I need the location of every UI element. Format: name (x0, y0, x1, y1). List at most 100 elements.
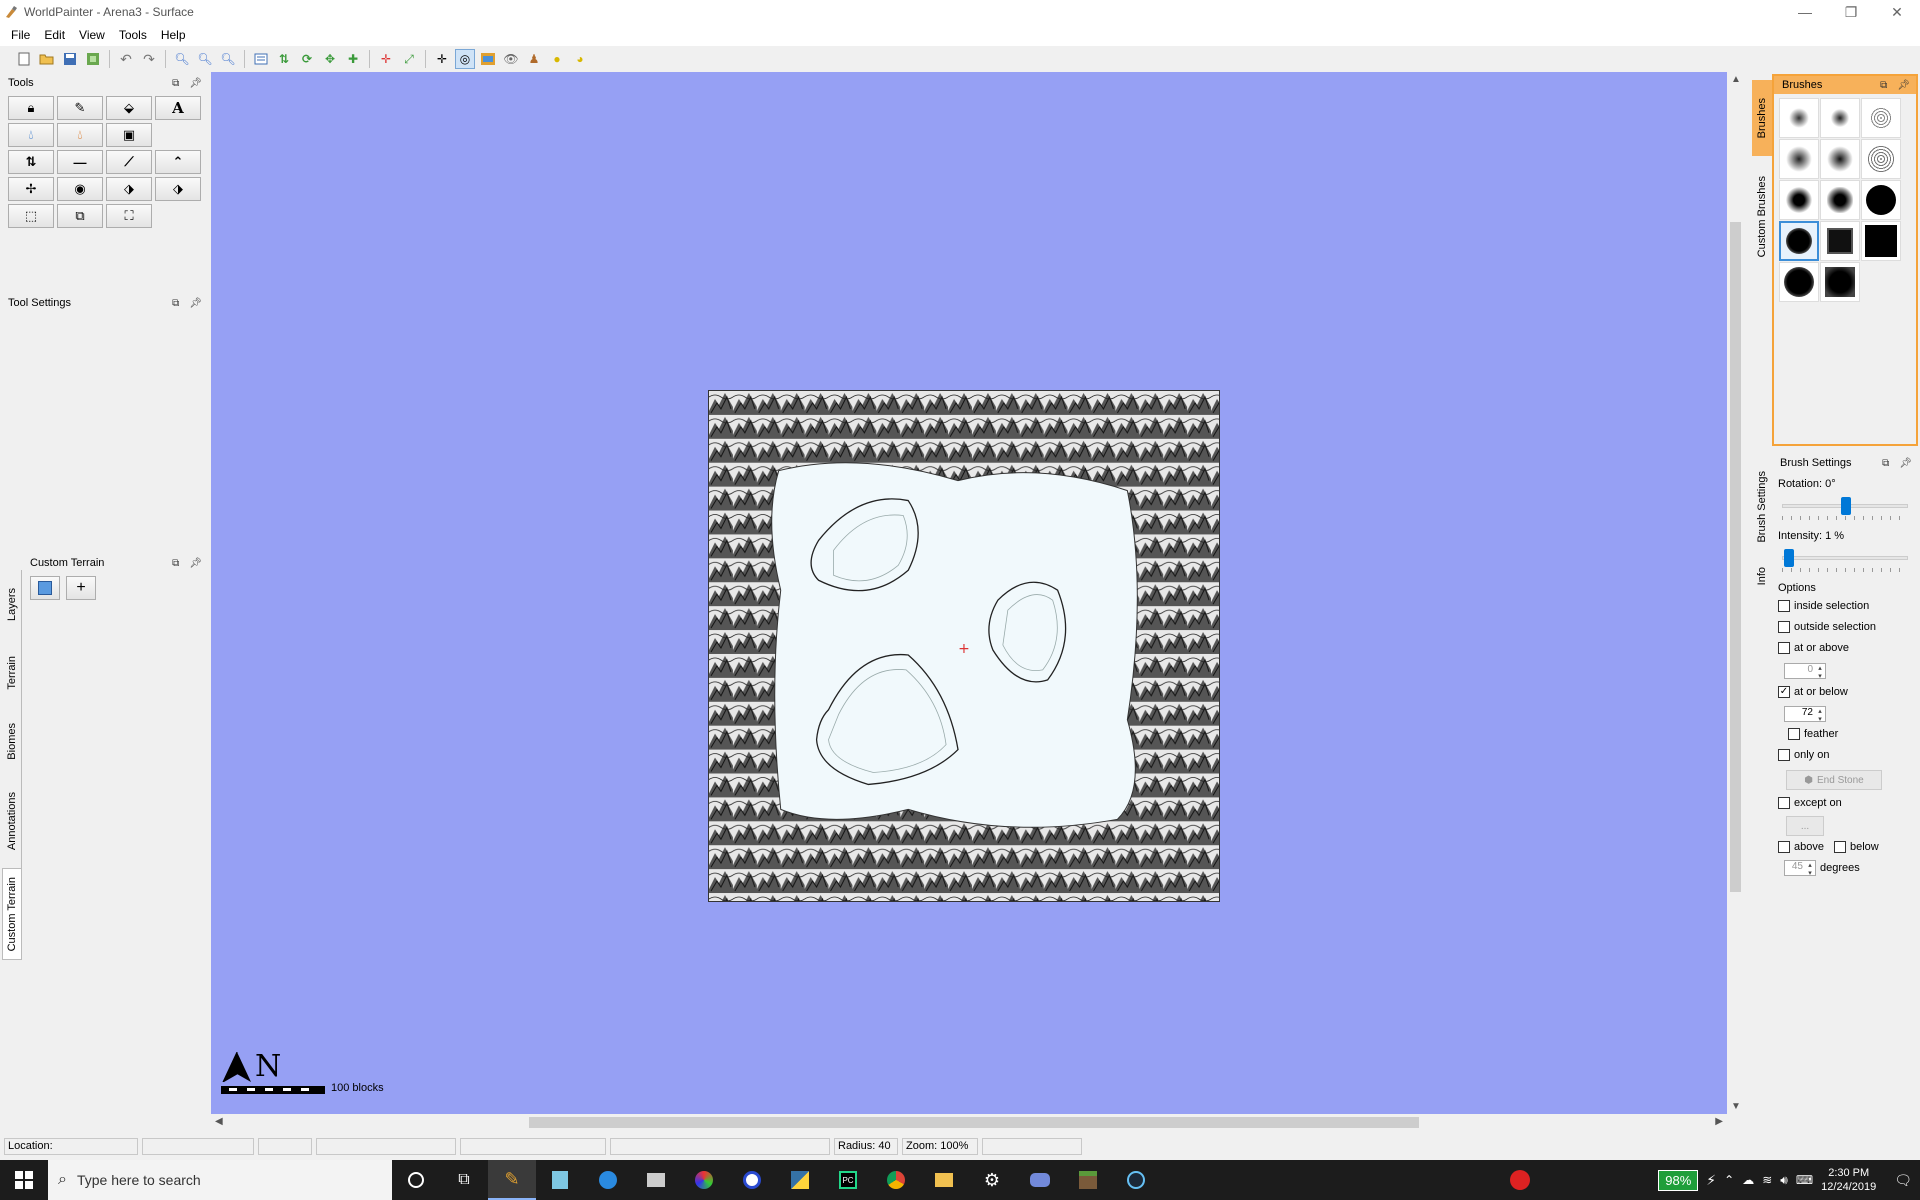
dimension-properties-button[interactable] (251, 49, 271, 69)
taskbar-python[interactable] (776, 1160, 824, 1200)
vertical-scroll-thumb[interactable] (1730, 222, 1741, 892)
taskbar-app-blue[interactable] (584, 1160, 632, 1200)
rotation-slider[interactable] (1782, 497, 1908, 515)
copy-selection-tool-button[interactable]: ⧉ (57, 204, 103, 228)
only-on-material-button[interactable]: ⬢ End Stone (1786, 770, 1882, 790)
below-checkbox[interactable] (1833, 841, 1846, 853)
brush-square-large[interactable] (1820, 262, 1860, 302)
float-panel-icon[interactable]: ⧉ (1880, 80, 1887, 91)
taskbar-davinci[interactable] (680, 1160, 728, 1200)
taskbar-clock[interactable]: 2:30 PM 12/24/2019 (1821, 1166, 1876, 1194)
fill-tool-button[interactable]: ⬙ (106, 96, 152, 120)
at-or-above-checkbox[interactable] (1778, 642, 1790, 654)
start-button[interactable] (0, 1160, 48, 1200)
export-button[interactable] (83, 49, 103, 69)
taskbar-app-files[interactable] (632, 1160, 680, 1200)
toggle-background-button[interactable] (478, 49, 498, 69)
except-on-row[interactable]: except on (1778, 797, 1842, 809)
redo-button[interactable]: ↷ (139, 49, 159, 69)
tab-terrain[interactable]: Terrain (2, 642, 22, 704)
brush-round-hard-selected[interactable] (1779, 221, 1819, 261)
tray-keyboard-icon[interactable]: ⌨ (1796, 1173, 1813, 1187)
outside-selection-row[interactable]: outside selection (1778, 621, 1876, 633)
tab-info[interactable]: Info (1752, 556, 1772, 596)
inside-selection-row[interactable]: inside selection (1778, 600, 1869, 612)
raise-mountain-tool-button[interactable]: ⌃ (155, 150, 201, 174)
flood-lava-tool-button[interactable]: 💧︎ (57, 123, 103, 147)
menu-view[interactable]: View (72, 28, 112, 42)
flood-water-tool-button[interactable]: 💧︎ (8, 123, 54, 147)
vertical-scrollbar[interactable]: ▲ ▼ (1727, 72, 1744, 1114)
taskbar-steam[interactable] (1112, 1160, 1160, 1200)
move-to-spawn-button[interactable]: ✛ (376, 49, 396, 69)
zoom-reset-button[interactable]: 🔍︎ (195, 49, 215, 69)
menu-tools[interactable]: Tools (112, 28, 154, 42)
float-panel-icon[interactable]: ⧉ (172, 78, 179, 89)
only-on-row[interactable]: only on (1778, 749, 1829, 761)
scroll-left-icon[interactable]: ◀ (215, 1116, 223, 1127)
except-on-checkbox[interactable] (1778, 797, 1790, 809)
spray-tool-button[interactable]: ✢ (8, 177, 54, 201)
float-panel-icon[interactable]: ⧉ (1882, 458, 1889, 469)
feather-checkbox[interactable] (1788, 728, 1800, 740)
raise-pyramid-tool-button[interactable]: ⬗ (106, 177, 152, 201)
brush-square-blur[interactable] (1820, 180, 1860, 220)
tray-red-app-icon[interactable] (1510, 1170, 1531, 1190)
float-panel-icon[interactable]: ⧉ (172, 298, 179, 309)
add-custom-terrain-button[interactable]: + (66, 576, 96, 600)
at-or-below-row[interactable]: ✓ at or below (1778, 686, 1848, 698)
toggle-blocks-button[interactable]: ◕ (570, 49, 590, 69)
outside-selection-checkbox[interactable] (1778, 621, 1790, 633)
scroll-down-icon[interactable]: ▼ (1731, 1101, 1741, 1112)
raise-lower-tool-button[interactable]: ⇅ (8, 150, 54, 174)
intensity-slider[interactable] (1782, 549, 1908, 567)
at-or-below-checkbox[interactable]: ✓ (1778, 686, 1790, 698)
rotate-button[interactable]: ⟳ (297, 49, 317, 69)
brush-square-solid[interactable] (1861, 221, 1901, 261)
taskbar-obs[interactable] (728, 1160, 776, 1200)
degrees-spinner[interactable]: 45 (1784, 860, 1816, 877)
undo-button[interactable]: ↶ (116, 49, 136, 69)
brush-round-large[interactable] (1779, 262, 1819, 302)
feather-row[interactable]: feather (1788, 728, 1838, 740)
brush-round-blur[interactable] (1779, 180, 1819, 220)
add-tiles-button[interactable]: ✚ (343, 49, 363, 69)
tab-brush-settings[interactable]: Brush Settings (1752, 462, 1772, 552)
tray-chevron-up-icon[interactable]: ⌃ (1724, 1173, 1734, 1187)
brush-star-medium[interactable] (1820, 139, 1860, 179)
pin-panel-icon[interactable]: 📌︎ (189, 78, 202, 89)
minimize-button[interactable]: — (1782, 0, 1828, 24)
brush-noise-small[interactable] (1861, 98, 1901, 138)
pyramid-tool-button[interactable]: ◉ (57, 177, 103, 201)
scroll-up-icon[interactable]: ▲ (1731, 74, 1741, 85)
brush-noise-medium[interactable] (1861, 139, 1901, 179)
taskbar-discord[interactable] (1016, 1160, 1064, 1200)
menu-help[interactable]: Help (154, 28, 193, 42)
toggle-contours-button[interactable]: ◎ (455, 49, 475, 69)
pin-panel-icon[interactable]: 📌︎ (1899, 458, 1912, 469)
map-canvas[interactable]: + N 100 blocks (211, 72, 1727, 1114)
rotation-slider-knob[interactable] (1841, 497, 1851, 515)
at-or-above-row[interactable]: at or above (1778, 642, 1849, 654)
notifications-icon[interactable]: 🗨︎ (1894, 1172, 1912, 1189)
taskbar-worldpainter[interactable]: ✎ (488, 1160, 536, 1200)
change-height-button[interactable]: ⇅ (274, 49, 294, 69)
above-checkbox[interactable] (1778, 841, 1790, 853)
clear-selection-tool-button[interactable]: ⛶ (106, 204, 152, 228)
zoom-out-button[interactable]: 🔍︎ (172, 49, 192, 69)
pencil-tool-button[interactable]: ✎ (57, 96, 103, 120)
inside-selection-checkbox[interactable] (1778, 600, 1790, 612)
taskbar-search-box[interactable]: ⌕ Type here to search (48, 1160, 392, 1200)
taskbar-app-notes[interactable] (536, 1160, 584, 1200)
cortana-button[interactable] (392, 1160, 440, 1200)
toggle-view-distance-button[interactable]: 👁︎ (501, 49, 521, 69)
toggle-walking-distance-button[interactable]: ♟ (524, 49, 544, 69)
zoom-in-button[interactable]: 🔍︎ (218, 49, 238, 69)
tray-bolt-icon[interactable]: ⚡︎ (1706, 1172, 1716, 1189)
taskbar-explorer[interactable] (920, 1160, 968, 1200)
tab-brushes[interactable]: Brushes (1752, 80, 1772, 156)
pin-panel-icon[interactable]: 📌︎ (189, 298, 202, 309)
tab-annotations[interactable]: Annotations (2, 780, 22, 862)
float-panel-icon[interactable]: ⧉ (172, 558, 179, 569)
only-on-checkbox[interactable] (1778, 749, 1790, 761)
